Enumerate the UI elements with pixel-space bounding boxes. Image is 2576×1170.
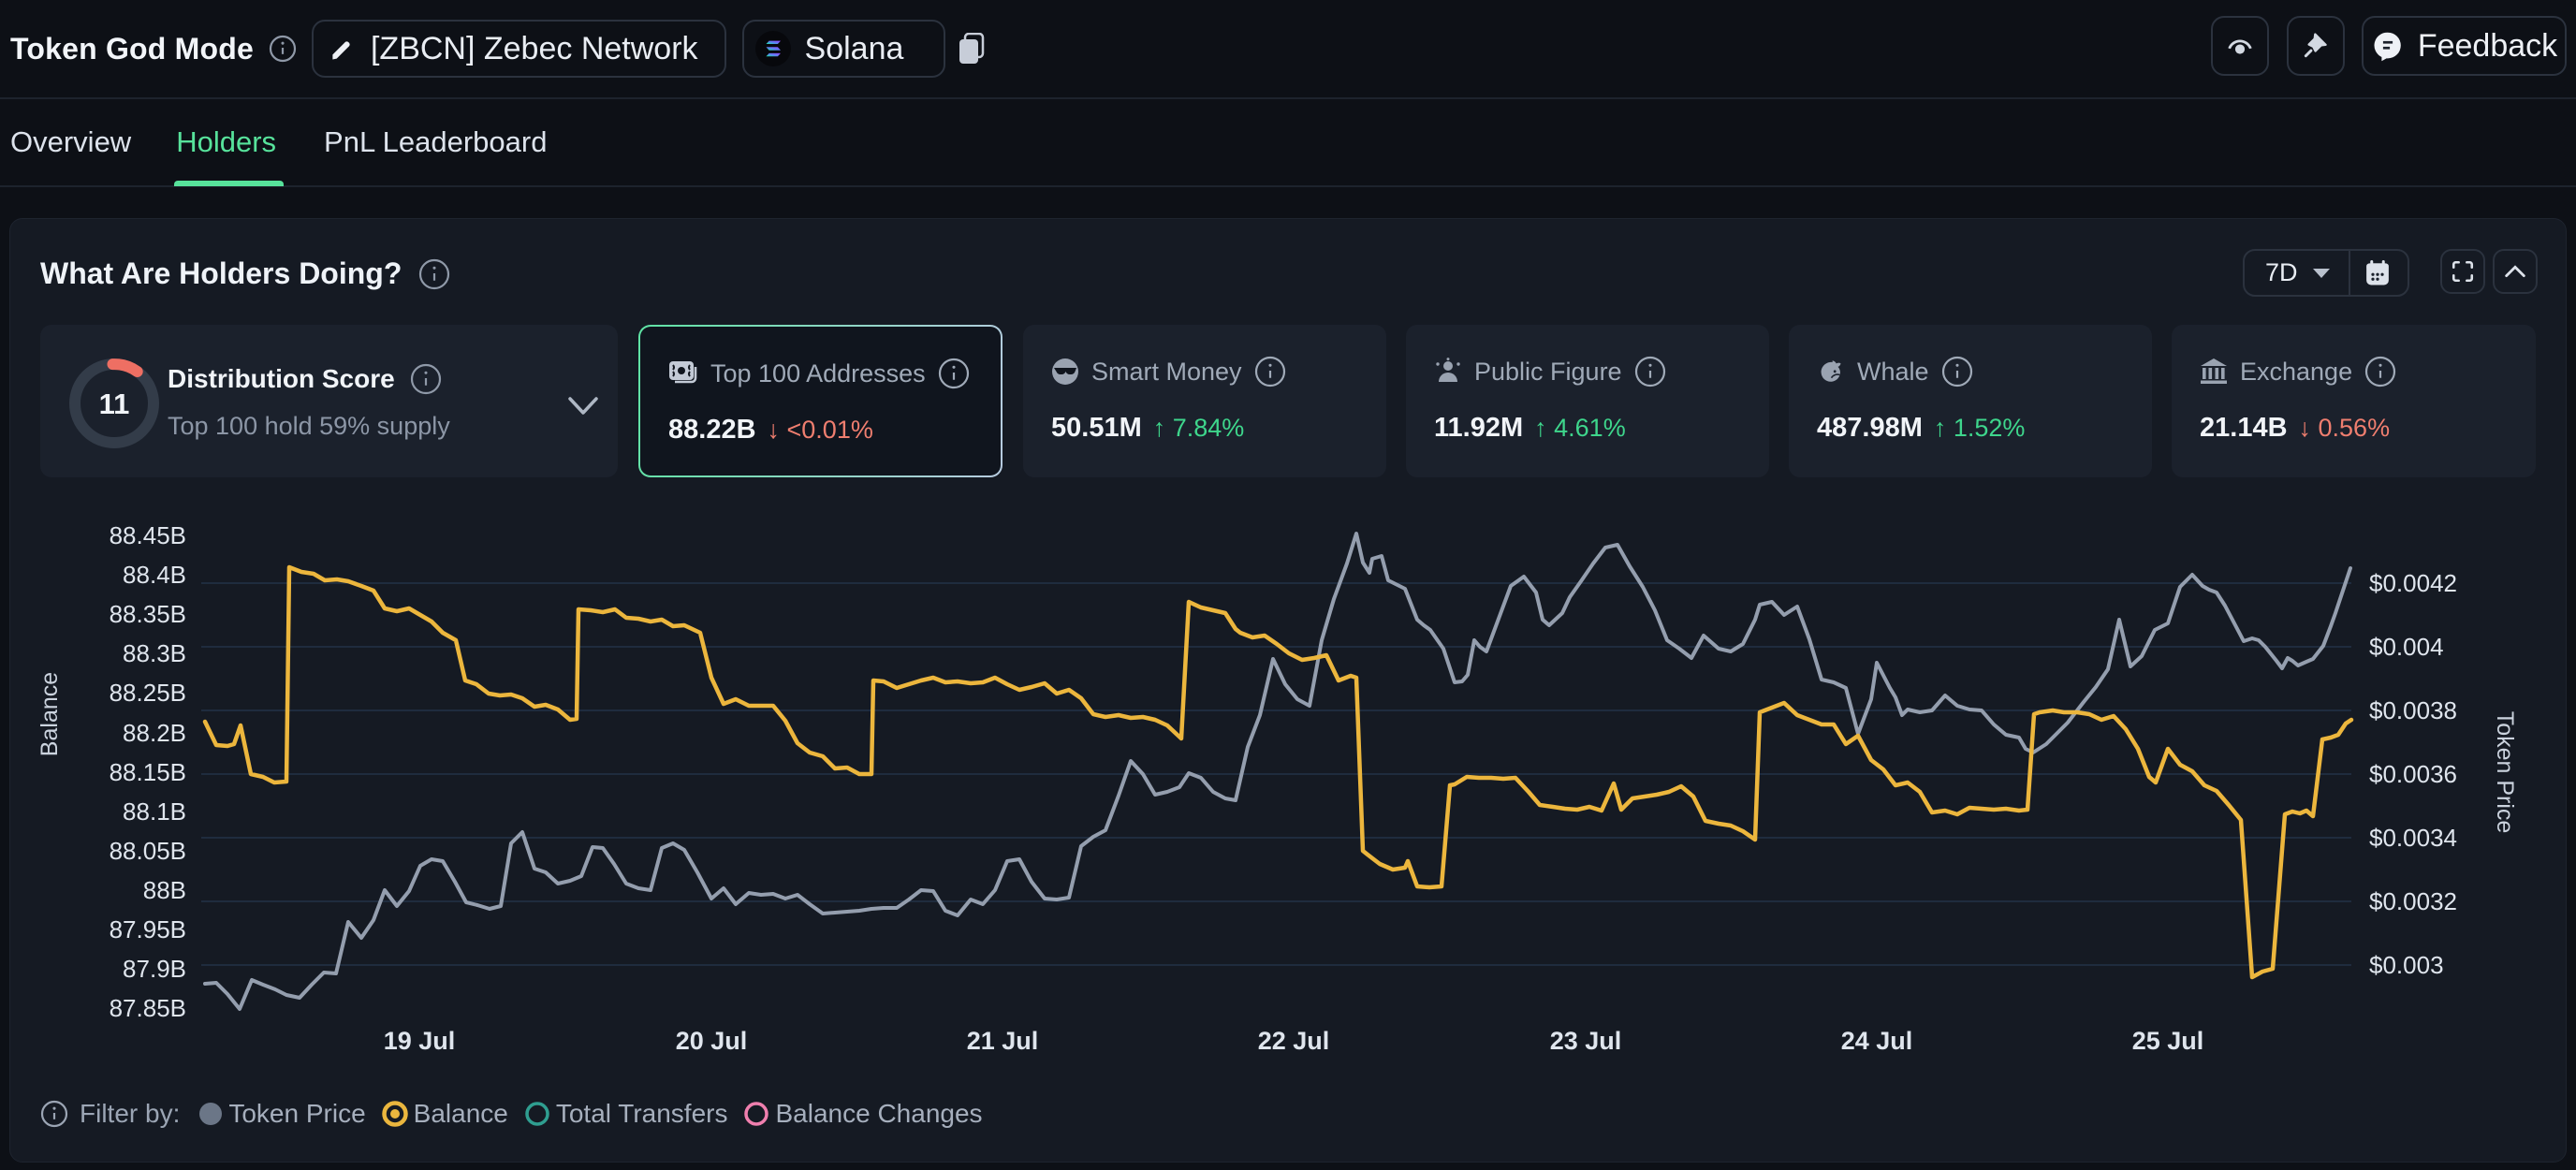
svg-text:$0.0036: $0.0036: [2369, 760, 2457, 788]
svg-text:87.95B: 87.95B: [110, 915, 186, 943]
svg-text:25 Jul: 25 Jul: [2132, 1027, 2204, 1055]
svg-text:$0.0042: $0.0042: [2369, 569, 2457, 597]
svg-text:88.25B: 88.25B: [110, 679, 186, 707]
svg-text:88.35B: 88.35B: [110, 600, 186, 628]
svg-text:87.9B: 87.9B: [123, 955, 186, 983]
svg-text:22 Jul: 22 Jul: [1258, 1027, 1330, 1055]
svg-text:88.1B: 88.1B: [123, 797, 186, 826]
svg-text:88.3B: 88.3B: [123, 639, 186, 667]
svg-text:$0.0032: $0.0032: [2369, 887, 2457, 915]
svg-text:88.05B: 88.05B: [110, 837, 186, 865]
svg-text:19 Jul: 19 Jul: [384, 1027, 456, 1055]
svg-text:88.45B: 88.45B: [110, 521, 186, 549]
svg-text:88.15B: 88.15B: [110, 758, 186, 786]
svg-text:24 Jul: 24 Jul: [1841, 1027, 1913, 1055]
svg-text:$0.0034: $0.0034: [2369, 824, 2457, 852]
svg-text:Token Price: Token Price: [2492, 711, 2518, 834]
svg-text:23 Jul: 23 Jul: [1550, 1027, 1622, 1055]
svg-text:$0.004: $0.004: [2369, 633, 2444, 661]
svg-text:$0.003: $0.003: [2369, 951, 2444, 979]
svg-text:Balance: Balance: [37, 672, 63, 756]
svg-text:$0.0038: $0.0038: [2369, 696, 2457, 724]
svg-text:88.2B: 88.2B: [123, 719, 186, 747]
svg-text:88B: 88B: [143, 876, 186, 904]
svg-text:87.85B: 87.85B: [110, 994, 186, 1022]
svg-text:20 Jul: 20 Jul: [676, 1027, 748, 1055]
svg-text:88.4B: 88.4B: [123, 561, 186, 589]
svg-text:21 Jul: 21 Jul: [967, 1027, 1039, 1055]
